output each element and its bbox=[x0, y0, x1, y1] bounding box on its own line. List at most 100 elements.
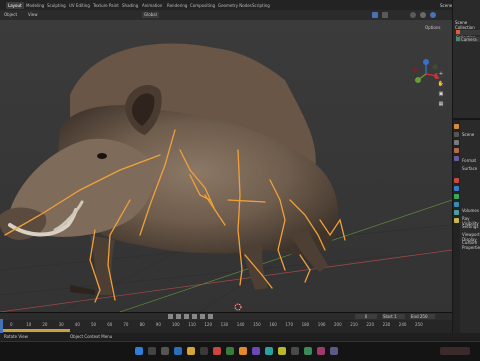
frame-label: 160 bbox=[269, 322, 277, 327]
app-icon-6[interactable] bbox=[291, 347, 299, 355]
tab-animation[interactable]: Animation bbox=[140, 2, 164, 9]
overlay-icon[interactable] bbox=[382, 12, 388, 18]
frame-label: 250 bbox=[415, 322, 423, 327]
tab-geometry-nodes[interactable]: Geometry Nodes bbox=[216, 2, 254, 9]
constraints-tab-icon[interactable] bbox=[454, 210, 459, 215]
status-right: Object Context Menu bbox=[70, 334, 113, 339]
frame-label: 80 bbox=[139, 322, 145, 327]
frame-label: 90 bbox=[155, 322, 161, 327]
frame-label: 240 bbox=[398, 322, 407, 327]
outliner-row-camera[interactable]: Camera bbox=[456, 37, 480, 42]
modifier-tab-icon[interactable] bbox=[454, 186, 459, 191]
app-icon-9[interactable] bbox=[330, 347, 338, 355]
menu-view[interactable]: View bbox=[28, 12, 38, 18]
frame-label: 130 bbox=[220, 322, 229, 327]
jump-start-icon[interactable] bbox=[168, 314, 173, 319]
system-tray[interactable] bbox=[440, 347, 470, 355]
material-shading-icon[interactable] bbox=[420, 12, 426, 18]
transform-orientation[interactable]: Global bbox=[142, 12, 159, 18]
frame-label: 110 bbox=[188, 322, 196, 327]
solid-shading-icon[interactable] bbox=[410, 12, 416, 18]
store-icon[interactable] bbox=[200, 347, 208, 355]
render-tab-icon[interactable] bbox=[454, 132, 459, 137]
mode-dropdown[interactable]: Object bbox=[4, 12, 17, 18]
pan-hand-icon[interactable]: ✋ bbox=[437, 80, 445, 88]
app-icon-5[interactable] bbox=[278, 347, 286, 355]
zoom-icon[interactable]: + bbox=[437, 70, 445, 78]
timeline-header: 0 Start 1 End 250 bbox=[0, 313, 452, 320]
frame-label: 180 bbox=[301, 322, 310, 327]
physics-tab-icon[interactable] bbox=[454, 202, 459, 207]
properties-tabs bbox=[453, 120, 460, 342]
scene-tab-icon[interactable] bbox=[454, 148, 459, 153]
panel-surface[interactable]: Surface bbox=[462, 166, 477, 171]
tool-tab-icon[interactable] bbox=[454, 124, 459, 129]
outliner-header[interactable]: Scene Collection bbox=[455, 20, 480, 30]
frame-label: 220 bbox=[366, 322, 375, 327]
app-icon-8[interactable] bbox=[317, 347, 325, 355]
output-tab-icon[interactable] bbox=[454, 140, 459, 145]
viewport-canvas[interactable] bbox=[0, 20, 452, 312]
tab-modeling[interactable]: Modeling bbox=[24, 2, 46, 9]
blender-icon[interactable] bbox=[239, 347, 247, 355]
frame-label: 70 bbox=[123, 322, 129, 327]
keyframe-strip bbox=[0, 329, 70, 332]
frame-label: 120 bbox=[204, 322, 213, 327]
start-frame-field[interactable]: Start 1 bbox=[382, 314, 405, 319]
data-tab-icon[interactable] bbox=[454, 218, 459, 223]
tab-shading[interactable]: Shading bbox=[120, 2, 140, 9]
tab-compositing[interactable]: Compositing bbox=[188, 2, 217, 9]
jump-end-icon[interactable] bbox=[208, 314, 213, 319]
taskview-icon[interactable] bbox=[161, 347, 169, 355]
grid-icon[interactable]: ▦ bbox=[437, 100, 445, 108]
next-keyframe-icon[interactable] bbox=[200, 314, 205, 319]
outliner-row-collection[interactable]: Collection bbox=[456, 30, 480, 40]
search-icon[interactable] bbox=[148, 347, 156, 355]
play-reverse-icon[interactable] bbox=[184, 314, 189, 319]
world-tab-icon[interactable] bbox=[454, 156, 459, 161]
frame-label: 200 bbox=[334, 322, 342, 327]
app-icon-2[interactable] bbox=[226, 347, 234, 355]
edge-icon[interactable] bbox=[174, 347, 182, 355]
frame-label: 10 bbox=[26, 322, 32, 327]
particles-tab-icon[interactable] bbox=[454, 194, 459, 199]
panel-settings[interactable]: Settings bbox=[462, 224, 478, 229]
frame-label: 140 bbox=[236, 322, 245, 327]
explorer-icon[interactable] bbox=[187, 347, 195, 355]
frame-label: 30 bbox=[58, 322, 64, 327]
props-scene-name: Scene bbox=[462, 132, 475, 137]
app-icon-3[interactable] bbox=[252, 347, 260, 355]
frame-label: 170 bbox=[285, 322, 294, 327]
app-icon-1[interactable] bbox=[213, 347, 221, 355]
current-frame-field[interactable]: 0 bbox=[355, 314, 377, 319]
viewport-shading-icon[interactable] bbox=[372, 12, 378, 18]
tab-layout[interactable]: Layout bbox=[6, 2, 24, 9]
panel-format[interactable]: Format bbox=[462, 158, 476, 163]
frame-label: 50 bbox=[91, 322, 97, 327]
tab-scripting[interactable]: Scripting bbox=[250, 2, 272, 9]
camera-view-icon[interactable]: ▣ bbox=[437, 90, 445, 98]
frame-label: 210 bbox=[350, 322, 358, 327]
object-tab-icon[interactable] bbox=[454, 178, 459, 183]
rendered-shading-icon[interactable] bbox=[430, 12, 436, 18]
start-icon[interactable] bbox=[135, 347, 143, 355]
tab-sculpting[interactable]: Sculpting bbox=[45, 2, 68, 9]
tab-texture-paint[interactable]: Texture Paint bbox=[91, 2, 121, 9]
app-icon-4[interactable] bbox=[265, 347, 273, 355]
tab-uv-editing[interactable]: UV Editing bbox=[67, 2, 92, 9]
frame-label: 190 bbox=[317, 322, 326, 327]
app-icon-7[interactable] bbox=[304, 347, 312, 355]
status-bar: Rotate View Object Context Menu bbox=[0, 333, 480, 341]
top-menu-bar: Layout Modeling Sculpting UV Editing Tex… bbox=[0, 0, 480, 10]
frame-label: 20 bbox=[42, 322, 48, 327]
end-frame-field[interactable]: End 250 bbox=[410, 314, 435, 319]
tab-rendering[interactable]: Rendering bbox=[165, 2, 189, 9]
frame-label: 150 bbox=[253, 322, 261, 327]
camera-icon bbox=[456, 37, 460, 41]
play-icon[interactable] bbox=[192, 314, 197, 319]
3d-viewport[interactable]: + ✋ ▣ ▦ Options bbox=[0, 20, 452, 312]
options-menu[interactable]: Options bbox=[425, 25, 440, 30]
prev-keyframe-icon[interactable] bbox=[176, 314, 181, 319]
panel-custom-properties[interactable]: Custom Properties bbox=[462, 240, 480, 250]
panel-volumes[interactable]: Volumes bbox=[462, 208, 479, 213]
